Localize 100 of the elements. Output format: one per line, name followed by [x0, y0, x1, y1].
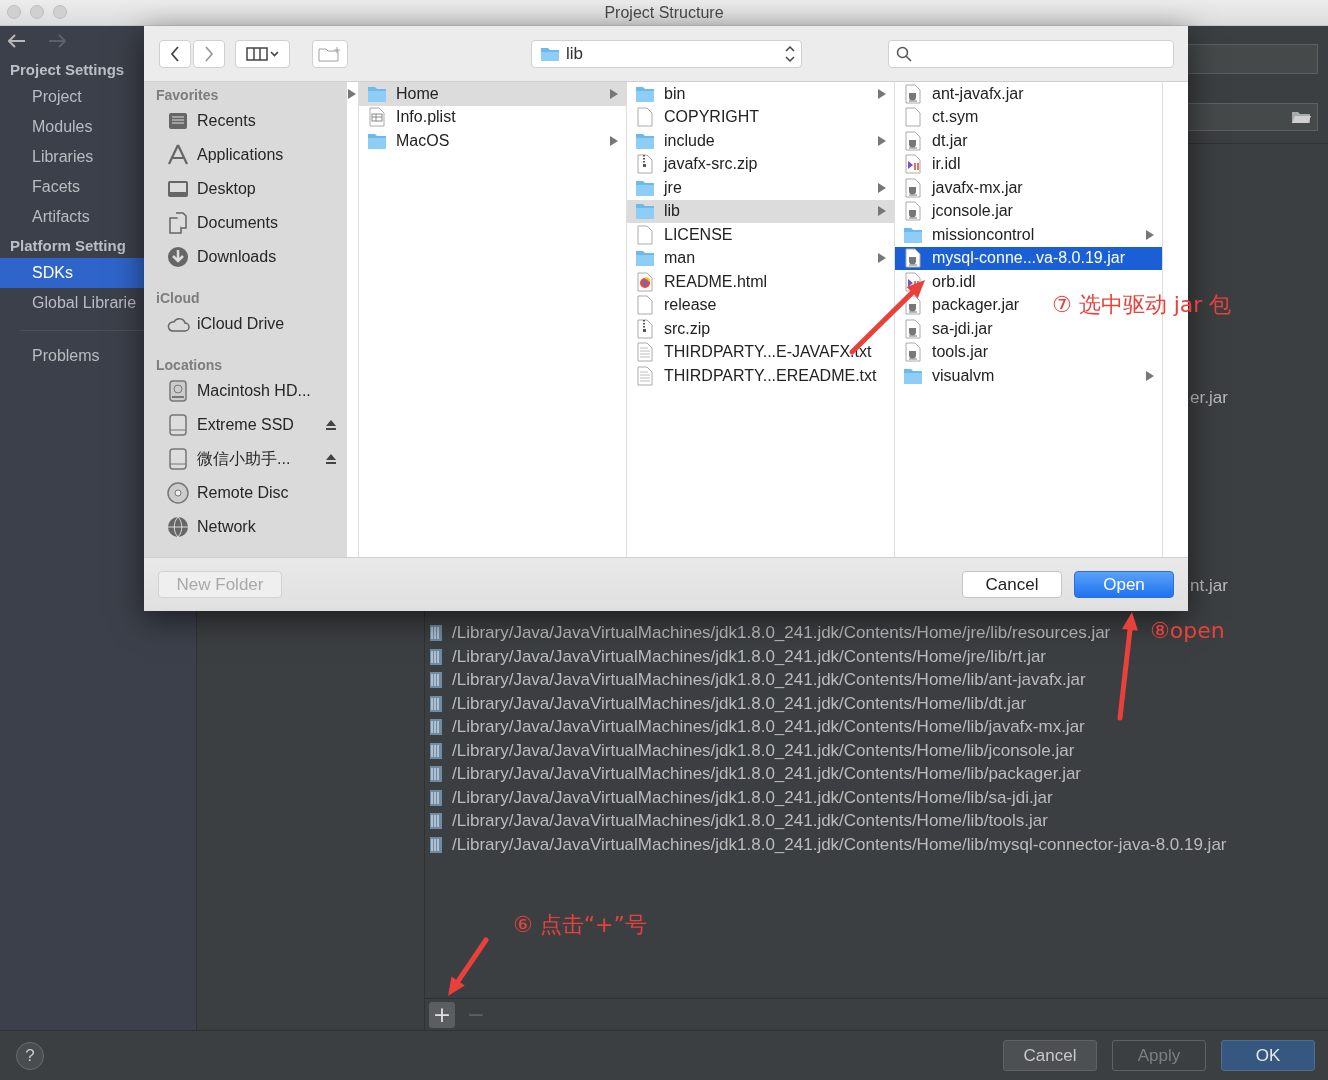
- file-item[interactable]: ant-javafx.jar: [895, 82, 1032, 106]
- sidebar-item[interactable]: Network: [197, 518, 256, 536]
- annotation-text: ⑧open: [1150, 617, 1225, 645]
- sidebar-item[interactable]: iCloud Drive: [197, 315, 285, 333]
- file-item[interactable]: jre: [627, 176, 894, 200]
- disclosure-arrow-icon: [878, 88, 886, 99]
- file-item[interactable]: Info.plist: [359, 105, 464, 129]
- help-button[interactable]: ?: [16, 1041, 44, 1070]
- file-item[interactable]: README.html: [627, 270, 776, 294]
- file-item[interactable]: visualvm: [895, 364, 1162, 388]
- file-item[interactable]: ir.idl: [895, 152, 969, 176]
- path-text: /Library/Java/JavaVirtualMachines/jdk1.8.0_241.jdk/Contents/Home/lib/jconsole.jar: [452, 739, 1075, 762]
- path-text: /Library/Java/JavaVirtualMachines/jdk1.8.0_241.jdk/Contents/Home/lib/packager.jar: [452, 763, 1082, 786]
- jar-icon: [430, 836, 442, 853]
- downloads-icon[interactable]: [166, 245, 190, 269]
- file-item[interactable]: THIRDPARTY...E-JAVAFX.txt: [627, 340, 880, 364]
- dialog-button[interactable]: Cancel: [1003, 1040, 1097, 1071]
- disclosure-arrow-icon: [610, 88, 618, 99]
- file-item[interactable]: packager.jar: [895, 293, 1028, 317]
- back-button[interactable]: [159, 39, 191, 68]
- sidebar-item[interactable]: Documents: [197, 214, 278, 232]
- sidebar-item[interactable]: 微信小助手...: [197, 448, 291, 470]
- path-text: /Library/Java/JavaVirtualMachines/jdk1.8.0_241.jdk/Contents/Home/lib/ant-javafx.jar: [452, 669, 1086, 692]
- open-button[interactable]: Open: [1074, 571, 1174, 598]
- plist-file-icon: [368, 107, 386, 128]
- jar-icon: [430, 813, 442, 830]
- file-file-icon: [904, 107, 922, 128]
- file-name: README.html: [664, 272, 768, 291]
- file-name: src.zip: [664, 319, 711, 338]
- folder-icon: [636, 248, 654, 269]
- jar-file-icon: [904, 201, 922, 222]
- eject-icon[interactable]: [325, 453, 337, 465]
- eject-icon[interactable]: [325, 419, 337, 431]
- jar-file-icon: [904, 177, 922, 198]
- file-item[interactable]: lib: [627, 199, 894, 223]
- annotation-text: ⑦ 选中驱动 jar 包: [1052, 291, 1232, 319]
- file-item[interactable]: Home: [359, 82, 626, 106]
- file-item[interactable]: missioncontrol: [895, 223, 1162, 247]
- disc-icon[interactable]: [166, 481, 190, 505]
- window-title: Project Structure: [604, 3, 724, 22]
- harddisk-icon[interactable]: [166, 379, 190, 403]
- jar-icon: [430, 695, 442, 712]
- columns-view-icon[interactable]: [245, 46, 280, 61]
- disclosure-arrow-icon: [878, 206, 886, 217]
- location-dropdown[interactable]: lib: [531, 39, 802, 68]
- sidebar-item[interactable]: Recents: [197, 112, 256, 130]
- location-text: lib: [566, 43, 583, 64]
- file-name: mysql-conne...va-8.0.19.jar: [932, 249, 1125, 268]
- file-item[interactable]: man: [627, 246, 894, 270]
- file-item[interactable]: include: [627, 129, 894, 153]
- file-item[interactable]: COPYRIGHT: [627, 105, 768, 129]
- add-button[interactable]: +: [429, 1001, 455, 1028]
- file-name: packager.jar: [932, 296, 1020, 315]
- sidebar-item[interactable]: Remote Disc: [197, 484, 289, 502]
- drive-icon[interactable]: [166, 413, 190, 437]
- sidebar-item[interactable]: Extreme SSD: [197, 416, 294, 434]
- view-mode-button[interactable]: [235, 39, 290, 68]
- file-item[interactable]: THIRDPARTY...EREADME.txt: [627, 364, 885, 388]
- file-item[interactable]: LICENSE: [627, 223, 741, 247]
- jar-file-icon: [904, 130, 922, 151]
- file-item[interactable]: dt.jar: [895, 129, 976, 153]
- documents-icon[interactable]: [166, 211, 190, 235]
- disclosure-arrow-icon: [348, 89, 356, 99]
- file-item[interactable]: javafx-src.zip: [627, 152, 766, 176]
- network-icon[interactable]: [166, 515, 190, 539]
- file-item[interactable]: jconsole.jar: [895, 199, 1021, 223]
- file-name: sa-jdi.jar: [932, 319, 993, 338]
- file-item[interactable]: sa-jdi.jar: [895, 317, 1001, 341]
- file-item[interactable]: mysql-conne...va-8.0.19.jar: [895, 246, 1162, 270]
- file-item[interactable]: ct.sym: [895, 105, 987, 129]
- file-item[interactable]: bin: [627, 82, 894, 106]
- drive-icon[interactable]: [166, 447, 190, 471]
- back-arrow-icon[interactable]: [8, 34, 26, 48]
- file-item[interactable]: MacOS: [359, 129, 626, 153]
- idl-file-icon: [904, 154, 922, 175]
- sidebar-item[interactable]: Desktop: [197, 180, 256, 198]
- jar-icon: [430, 789, 442, 806]
- jar-icon: [430, 648, 442, 665]
- jar-file-icon: [904, 248, 922, 269]
- file-item[interactable]: release: [627, 293, 725, 317]
- file-name: dt.jar: [932, 131, 968, 150]
- annotation-text: ⑥ 点击“+”号: [513, 911, 647, 939]
- file-name: javafx-src.zip: [664, 155, 758, 174]
- sidebar-item[interactable]: Downloads: [197, 248, 277, 266]
- forward-chevron-icon[interactable]: [204, 45, 214, 62]
- file-name: visualvm: [932, 366, 995, 385]
- file-item[interactable]: javafx-mx.jar: [895, 176, 1031, 200]
- path-text: /Library/Java/JavaVirtualMachines/jdk1.8.0_241.jdk/Contents/Home/lib/mysql-connector-java-8.0.19.jar: [452, 833, 1227, 856]
- back-chevron-icon[interactable]: [170, 45, 180, 62]
- search-field[interactable]: [888, 39, 1174, 68]
- sidebar-item[interactable]: Macintosh HD...: [197, 382, 311, 400]
- file-name: bin: [664, 84, 686, 103]
- applications-icon[interactable]: [166, 143, 190, 167]
- sidebar-item[interactable]: Applications: [197, 146, 284, 164]
- ok-button[interactable]: OK: [1221, 1040, 1315, 1071]
- file-item[interactable]: tools.jar: [895, 340, 997, 364]
- folder-icon[interactable]: [1291, 110, 1311, 124]
- file-item[interactable]: src.zip: [627, 317, 719, 341]
- path-text: /Library/Java/JavaVirtualMachines/jdk1.8.0_241.jdk/Contents/Home/lib/tools.jar: [452, 810, 1048, 833]
- dialog-button[interactable]: Cancel: [962, 571, 1062, 598]
